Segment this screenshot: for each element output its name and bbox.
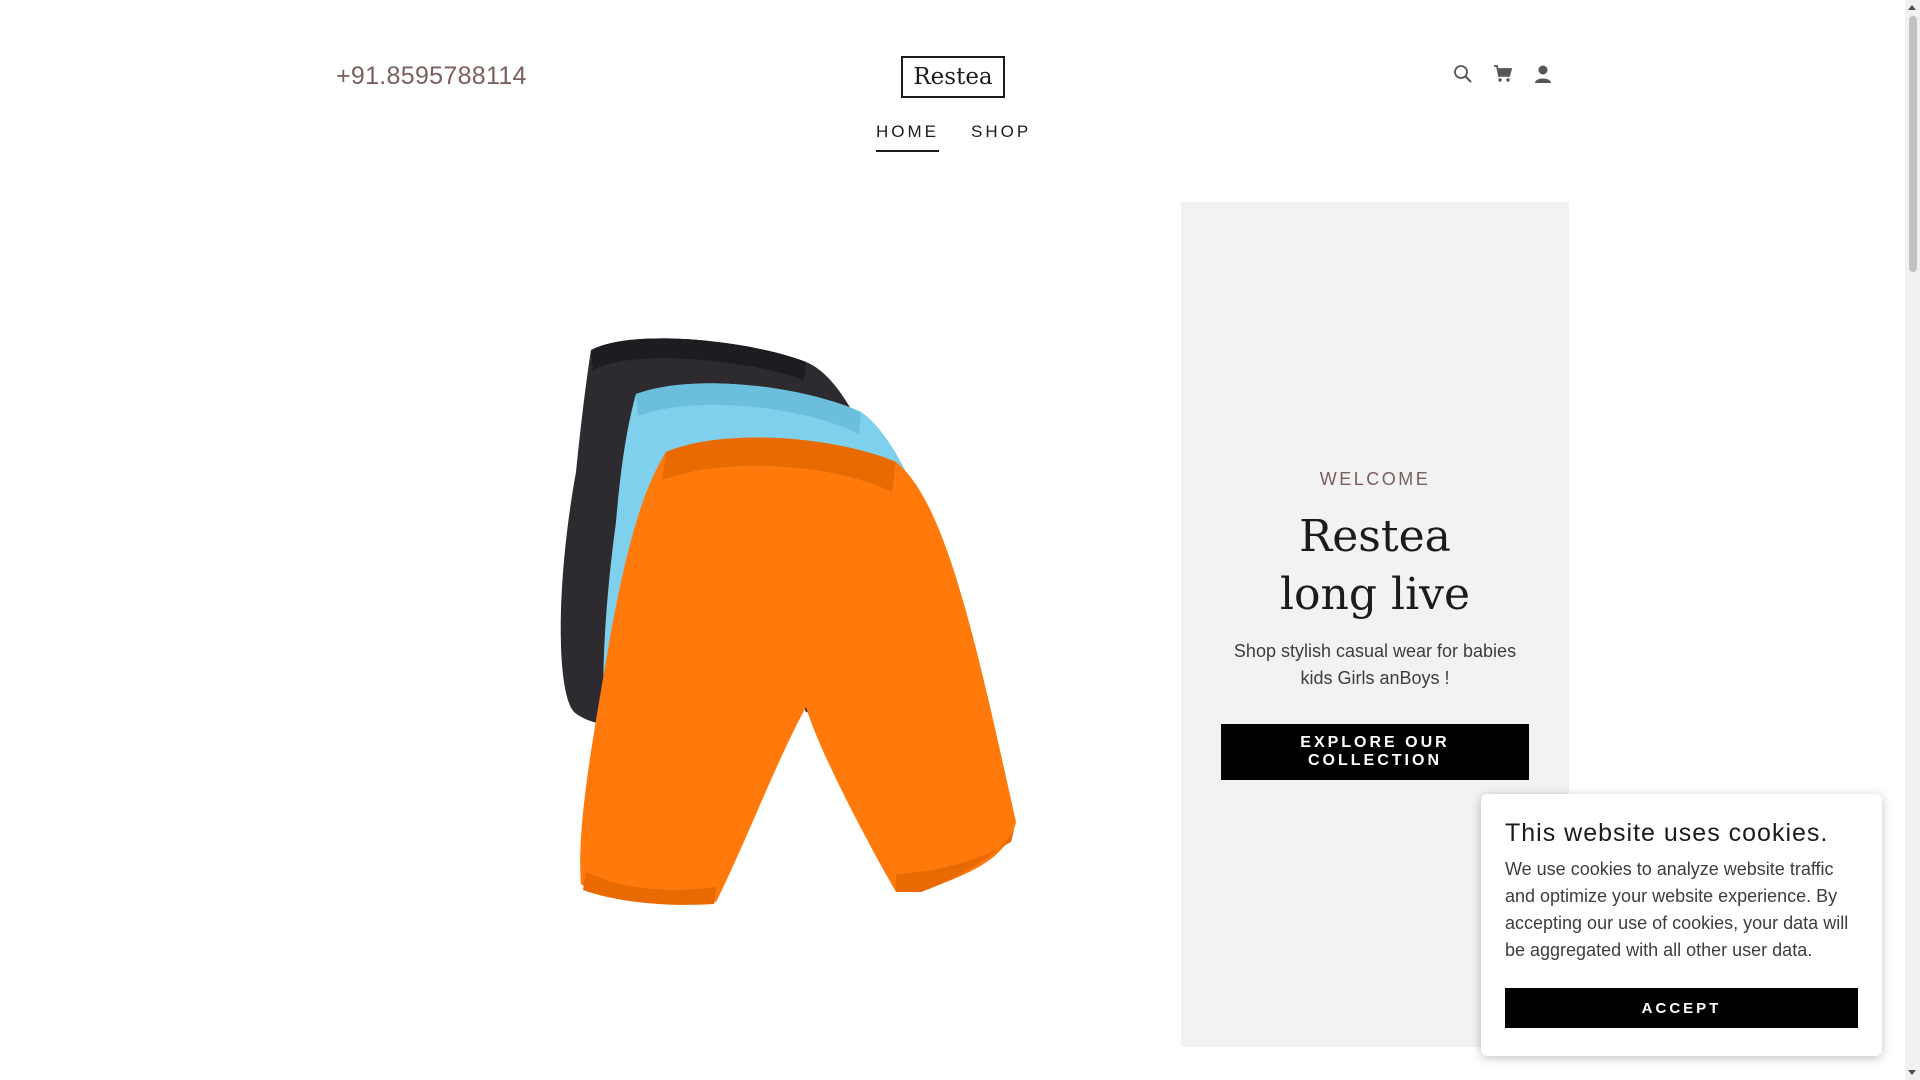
hero-image [336, 202, 1181, 1047]
headline-line-2: long live [1279, 569, 1471, 620]
nav-shop[interactable]: SHOP [971, 122, 1031, 152]
cookie-body: We use cookies to analyze website traffi… [1505, 859, 1849, 960]
tagline-line-2: kids Girls anBoys ! [1300, 668, 1450, 688]
cookie-banner: This website uses cookies. We use cookie… [1481, 794, 1882, 1056]
main-nav: HOME SHOP [876, 122, 1031, 152]
header-icons [1452, 62, 1554, 86]
shorts-illustration [560, 338, 1016, 905]
cart-icon[interactable] [1492, 62, 1514, 86]
scroll-thumb[interactable] [1909, 16, 1917, 272]
site-logo[interactable]: Restea [901, 56, 1005, 98]
hero-headline: Restea long live [1181, 508, 1569, 624]
explore-collection-button[interactable]: EXPLORE OUR COLLECTION [1221, 724, 1529, 780]
page: +91.8595788114 Restea HOME SHOP WELCOME … [0, 0, 1905, 1080]
scrollbar[interactable] [1905, 0, 1920, 1080]
cookie-accept-button[interactable]: ACCEPT [1505, 988, 1858, 1028]
explore-button-line-1: EXPLORE OUR [1300, 734, 1450, 751]
headline-line-1: Restea [1299, 511, 1451, 562]
welcome-label: WELCOME [1319, 469, 1431, 489]
orange-shorts [580, 437, 1016, 904]
tagline-line-1: Shop stylish casual wear for babies [1233, 641, 1517, 661]
scroll-down-arrow-icon[interactable] [1908, 1070, 1916, 1075]
explore-button-line-2: COLLECTION [1308, 752, 1442, 769]
scroll-up-arrow-icon[interactable] [1908, 5, 1916, 10]
nav-home[interactable]: HOME [876, 122, 939, 152]
account-icon[interactable] [1532, 62, 1554, 86]
hero-tagline: Shop stylish casual wear for babies kids… [1221, 638, 1529, 692]
search-icon[interactable] [1452, 62, 1474, 86]
phone-link[interactable]: +91.8595788114 [336, 62, 527, 91]
cookie-title: This website uses cookies. [1505, 819, 1829, 847]
